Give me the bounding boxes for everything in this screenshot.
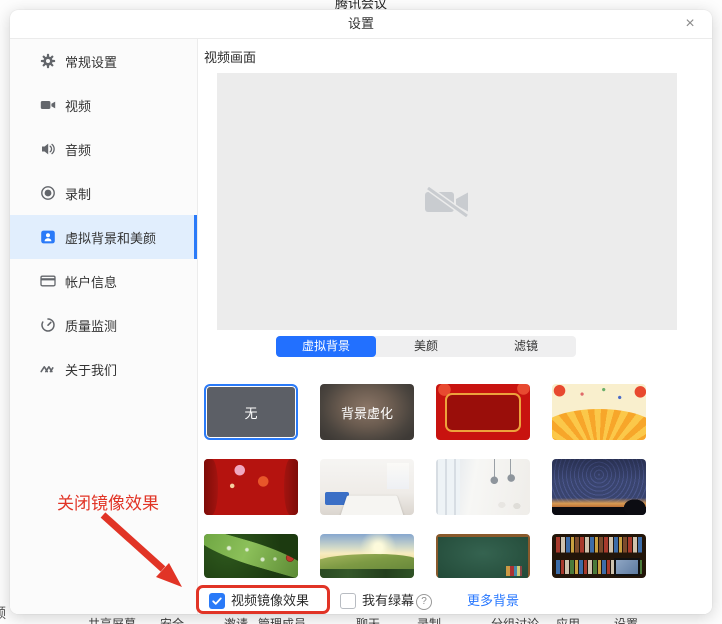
bg-thumb-bright-office[interactable] [436,459,530,515]
toolbar-item-settings[interactable]: 设置 [614,615,638,624]
toolbar-item-chat[interactable]: 聊天 [356,615,380,624]
bg-thumb-meeting-room[interactable] [320,459,414,515]
id-card-icon [40,273,56,289]
toolbar-item-record[interactable]: 录制 [417,615,441,624]
bg-thumb-new-year-lanterns[interactable] [204,459,298,515]
sidebar-item-virtual-background[interactable]: 虚拟背景和美颜 [10,215,197,259]
green-screen-checkbox[interactable] [340,593,356,609]
meeting-toolbar: 共享屏幕 安全 邀请 管理成员 聊天 录制 分组讨论 应用 设置 [0,615,722,624]
sidebar-item-general[interactable]: 常规设置 [10,39,197,83]
virtual-background-panel: 视频画面 虚拟背景 美颜 滤镜 无 [198,39,712,614]
sidebar-item-quality-monitor[interactable]: 质量监测 [10,303,197,347]
close-icon[interactable]: × [678,10,702,38]
bg-thumb-label: 背景虚化 [320,384,414,440]
tab-beauty[interactable]: 美颜 [376,336,476,357]
sidebar-item-account[interactable]: 帐户信息 [10,259,197,303]
waves-icon [40,361,56,377]
sidebar-item-video[interactable]: 视频 [10,83,197,127]
toolbar-item-apps[interactable]: 应用 [556,615,580,624]
screen: 腾讯会议 频 共享屏幕 安全 邀请 管理成员 聊天 录制 分组讨论 应用 设置 … [0,0,722,624]
preview-label: 视频画面 [204,47,256,66]
toolbar-item-invite[interactable]: 邀请 [224,615,248,624]
toolbar-item-members[interactable]: 管理成员 [258,615,306,624]
bg-thumb-mountain-valley[interactable] [320,534,414,578]
more-backgrounds-link[interactable]: 更多背景 [467,592,519,610]
bg-thumb-bookshelf[interactable] [552,534,646,578]
bg-thumb-leaf-ladybug[interactable] [204,534,298,578]
camera-off-icon [424,187,470,217]
bg-thumb-none[interactable]: 无 [204,384,298,440]
help-icon[interactable]: ? [416,594,432,610]
sidebar-item-label: 录制 [65,184,91,203]
speaker-icon [40,141,56,157]
annotation-highlight-box [196,585,330,614]
toolbar-item-breakout[interactable]: 分组讨论 [491,615,539,624]
bg-thumb-festive-orange-fan[interactable] [552,384,646,440]
green-screen-label: 我有绿幕 [362,592,414,610]
sidebar-item-label: 质量监测 [65,316,117,335]
sidebar-item-label: 虚拟背景和美颜 [65,228,156,247]
tab-virtual-background[interactable]: 虚拟背景 [276,336,376,357]
person-card-icon [40,229,56,245]
gear-icon [40,53,56,69]
sidebar-item-label: 帐户信息 [65,272,117,291]
video-camera-icon [40,97,56,113]
record-icon [40,185,56,201]
background-tabs: 虚拟背景 美颜 滤镜 [276,336,576,357]
video-preview [217,73,677,330]
sidebar-item-recording[interactable]: 录制 [10,171,197,215]
background-grid: 无 背景虚化 [204,384,646,578]
dialog-header: 设置 × [10,10,712,39]
sidebar-item-label: 常规设置 [65,52,117,71]
bg-thumb-star-trails[interactable] [552,459,646,515]
sidebar-item-label: 音频 [65,140,91,159]
gauge-icon [40,317,56,333]
bg-thumb-label: 无 [206,386,296,438]
sidebar-item-audio[interactable]: 音频 [10,127,197,171]
bg-thumb-spring-festival-frame[interactable] [436,384,530,440]
tab-filter[interactable]: 滤镜 [476,336,576,357]
sidebar-item-label: 关于我们 [65,360,117,379]
dialog-title: 设置 [10,10,712,38]
sidebar-item-about[interactable]: 关于我们 [10,347,197,391]
bg-thumb-blur[interactable]: 背景虚化 [320,384,414,440]
toolbar-item-share[interactable]: 共享屏幕 [88,615,136,624]
sidebar-item-label: 视频 [65,96,91,115]
annotation-arrow-icon [85,505,195,600]
toolbar-item-security[interactable]: 安全 [160,615,184,624]
bg-thumb-chalkboard[interactable] [436,534,530,578]
